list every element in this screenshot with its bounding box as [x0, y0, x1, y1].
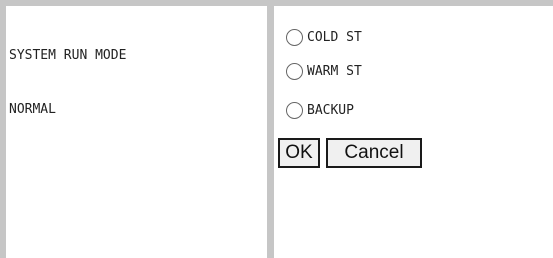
backup-label: BACKUP [307, 102, 354, 118]
run-mode-value: NORMAL [9, 102, 56, 117]
ok-button[interactable]: OK [278, 138, 320, 168]
pane-splitter[interactable] [267, 6, 274, 258]
option-warm-start[interactable]: WARM ST [286, 59, 362, 83]
status-pane: SYSTEM RUN MODE NORMAL [6, 6, 267, 258]
backup-radio[interactable] [286, 101, 303, 119]
warm-start-radio[interactable] [286, 62, 303, 80]
option-backup[interactable]: BACKUP [286, 98, 354, 122]
cancel-button[interactable]: Cancel [326, 138, 422, 168]
option-cold-start[interactable]: COLD ST [286, 25, 362, 49]
cold-start-label: COLD ST [307, 29, 362, 45]
mode-select-pane: COLD ST WARM ST BACKUP OK Cancel [274, 6, 553, 258]
cold-start-radio[interactable] [286, 28, 303, 46]
warm-start-label: WARM ST [307, 63, 362, 79]
run-mode-label: SYSTEM RUN MODE [9, 48, 127, 63]
